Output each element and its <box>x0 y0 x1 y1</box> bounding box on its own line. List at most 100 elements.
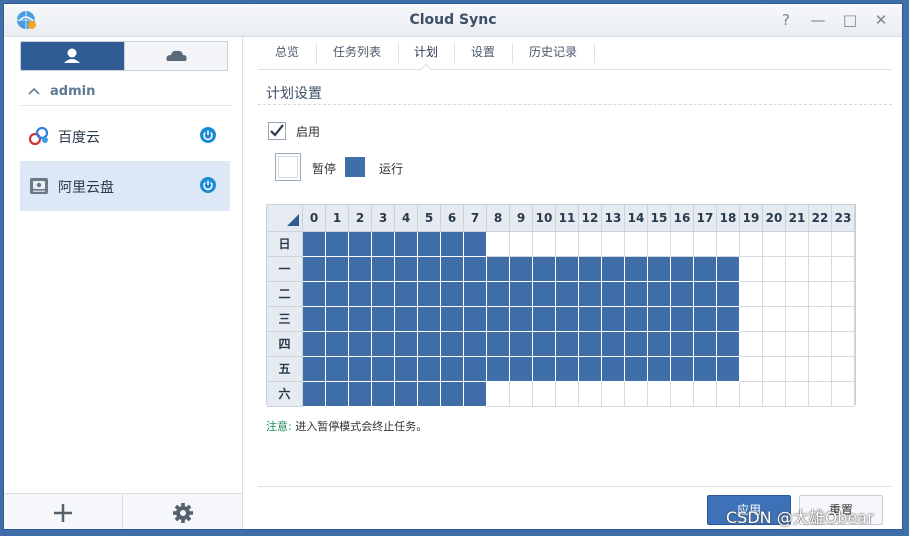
schedule-cell[interactable] <box>372 332 395 357</box>
schedule-cell[interactable] <box>510 282 533 307</box>
schedule-cell[interactable] <box>740 357 763 382</box>
schedule-cell[interactable] <box>740 307 763 332</box>
schedule-cell[interactable] <box>648 332 671 357</box>
schedule-cell[interactable] <box>579 332 602 357</box>
hour-header[interactable]: 9 <box>510 205 533 232</box>
schedule-cell[interactable] <box>740 257 763 282</box>
schedule-cell[interactable] <box>694 382 717 407</box>
schedule-cell[interactable] <box>533 232 556 257</box>
schedule-cell[interactable] <box>671 307 694 332</box>
schedule-cell[interactable] <box>625 307 648 332</box>
schedule-cell[interactable] <box>786 232 809 257</box>
schedule-cell[interactable] <box>487 282 510 307</box>
schedule-cell[interactable] <box>694 357 717 382</box>
schedule-cell[interactable] <box>349 257 372 282</box>
schedule-cell[interactable] <box>326 382 349 407</box>
schedule-cell[interactable] <box>763 257 786 282</box>
hour-header[interactable]: 2 <box>349 205 372 232</box>
schedule-cell[interactable] <box>763 307 786 332</box>
schedule-cell[interactable] <box>418 357 441 382</box>
schedule-cell[interactable] <box>579 282 602 307</box>
schedule-cell[interactable] <box>303 332 326 357</box>
schedule-cell[interactable] <box>418 282 441 307</box>
hour-header[interactable]: 23 <box>832 205 855 232</box>
schedule-cell[interactable] <box>326 282 349 307</box>
schedule-cell[interactable] <box>786 357 809 382</box>
schedule-cell[interactable] <box>464 282 487 307</box>
schedule-cell[interactable] <box>809 257 832 282</box>
schedule-cell[interactable] <box>832 307 855 332</box>
schedule-cell[interactable] <box>418 307 441 332</box>
schedule-cell[interactable] <box>832 282 855 307</box>
tab-task-list[interactable]: 任务列表 <box>316 43 399 63</box>
schedule-cell[interactable] <box>487 382 510 407</box>
schedule-cell[interactable] <box>556 382 579 407</box>
schedule-cell[interactable] <box>625 382 648 407</box>
schedule-cell[interactable] <box>464 307 487 332</box>
schedule-cell[interactable] <box>763 382 786 407</box>
schedule-cell[interactable] <box>832 382 855 407</box>
hour-header[interactable]: 20 <box>763 205 786 232</box>
schedule-cell[interactable] <box>533 332 556 357</box>
day-header[interactable]: 日 <box>267 232 303 257</box>
schedule-cell[interactable] <box>510 232 533 257</box>
schedule-cell[interactable] <box>602 232 625 257</box>
schedule-cell[interactable] <box>395 232 418 257</box>
schedule-cell[interactable] <box>326 232 349 257</box>
schedule-cell[interactable] <box>303 282 326 307</box>
schedule-cell[interactable] <box>487 307 510 332</box>
schedule-cell[interactable] <box>556 282 579 307</box>
enable-checkbox[interactable] <box>268 122 286 140</box>
schedule-cell[interactable] <box>326 332 349 357</box>
schedule-cell[interactable] <box>395 357 418 382</box>
schedule-cell[interactable] <box>372 232 395 257</box>
schedule-cell[interactable] <box>763 332 786 357</box>
schedule-cell[interactable] <box>533 307 556 332</box>
schedule-cell[interactable] <box>533 382 556 407</box>
hour-header[interactable]: 15 <box>648 205 671 232</box>
schedule-cell[interactable] <box>464 357 487 382</box>
schedule-cell[interactable] <box>694 307 717 332</box>
schedule-cell[interactable] <box>441 232 464 257</box>
help-button[interactable]: ? <box>776 10 796 30</box>
schedule-cell[interactable] <box>694 332 717 357</box>
schedule-cell[interactable] <box>441 357 464 382</box>
hour-header[interactable]: 16 <box>671 205 694 232</box>
account-item-aliyun[interactable]: 阿里云盘 <box>20 161 230 211</box>
hour-header[interactable]: 17 <box>694 205 717 232</box>
schedule-cell[interactable] <box>579 257 602 282</box>
hour-header[interactable]: 13 <box>602 205 625 232</box>
tab-settings[interactable]: 设置 <box>454 43 513 63</box>
schedule-cell[interactable] <box>809 307 832 332</box>
schedule-cell[interactable] <box>717 282 740 307</box>
schedule-cell[interactable] <box>579 382 602 407</box>
hour-header[interactable]: 21 <box>786 205 809 232</box>
day-header[interactable]: 六 <box>267 382 303 407</box>
hour-header[interactable]: 3 <box>372 205 395 232</box>
schedule-cell[interactable] <box>579 232 602 257</box>
schedule-cell[interactable] <box>579 307 602 332</box>
schedule-cell[interactable] <box>349 232 372 257</box>
schedule-cell[interactable] <box>533 257 556 282</box>
schedule-cell[interactable] <box>326 257 349 282</box>
schedule-cell[interactable] <box>786 307 809 332</box>
hour-header[interactable]: 1 <box>326 205 349 232</box>
schedule-cell[interactable] <box>832 232 855 257</box>
schedule-cell[interactable] <box>648 357 671 382</box>
schedule-cell[interactable] <box>832 332 855 357</box>
hour-header[interactable]: 10 <box>533 205 556 232</box>
schedule-cell[interactable] <box>487 357 510 382</box>
schedule-cell[interactable] <box>694 257 717 282</box>
schedule-cell[interactable] <box>395 382 418 407</box>
hour-header[interactable]: 11 <box>556 205 579 232</box>
add-button[interactable] <box>4 494 123 529</box>
schedule-cell[interactable] <box>510 382 533 407</box>
schedule-cell[interactable] <box>418 232 441 257</box>
day-header[interactable]: 一 <box>267 257 303 282</box>
schedule-cell[interactable] <box>441 307 464 332</box>
hour-header[interactable]: 4 <box>395 205 418 232</box>
schedule-cell[interactable] <box>602 282 625 307</box>
schedule-cell[interactable] <box>533 357 556 382</box>
schedule-cell[interactable] <box>717 332 740 357</box>
schedule-cell[interactable] <box>740 232 763 257</box>
